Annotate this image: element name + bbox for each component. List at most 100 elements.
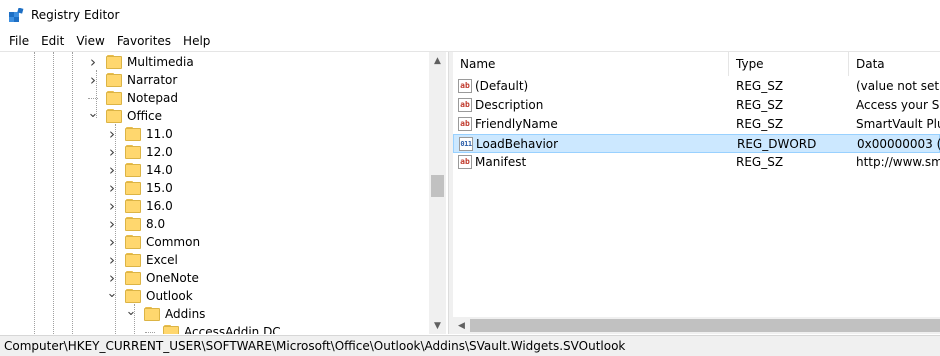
tree-item[interactable]: › Common bbox=[107, 233, 200, 251]
tree-item[interactable]: › Multimedia bbox=[88, 53, 194, 71]
tree-item[interactable]: Notepad bbox=[88, 89, 178, 107]
status-bar-path: Computer\HKEY_CURRENT_USER\SOFTWARE\Micr… bbox=[0, 335, 940, 356]
scroll-left-arrow-icon[interactable]: ◀ bbox=[453, 317, 470, 334]
menu-file[interactable]: File bbox=[0, 31, 35, 51]
tree-connector-stub bbox=[145, 331, 155, 333]
chevron-down-icon[interactable]: ⌄ bbox=[126, 302, 137, 320]
value-data: 0x00000003 (3) bbox=[857, 137, 940, 151]
chevron-right-icon[interactable]: › bbox=[107, 179, 117, 197]
chevron-right-icon[interactable]: › bbox=[107, 161, 117, 179]
string-value-icon: ab bbox=[458, 79, 472, 93]
values-scroll-thumb[interactable] bbox=[470, 319, 940, 332]
value-data: (value not set) bbox=[856, 79, 940, 93]
tree-scroll-thumb[interactable] bbox=[431, 175, 444, 197]
tree-item[interactable]: › 12.0 bbox=[107, 143, 173, 161]
chevron-right-icon[interactable]: › bbox=[107, 143, 117, 161]
folder-icon bbox=[125, 271, 141, 285]
folder-icon bbox=[125, 253, 141, 267]
tree-item[interactable]: ⌄ Office bbox=[88, 104, 162, 125]
tree-item[interactable]: › 15.0 bbox=[107, 179, 173, 197]
title-bar: Registry Editor bbox=[0, 0, 940, 31]
registry-tree[interactable]: › Multimedia › Narrator Notepad ⌄ Office › 11.0 ›… bbox=[0, 52, 448, 334]
scroll-down-arrow-icon[interactable]: ▼ bbox=[429, 317, 446, 334]
tree-item[interactable]: ⌄ Outlook bbox=[107, 284, 193, 305]
values-list[interactable]: Name Type Data ab (Default) REG_SZ (value n… bbox=[453, 52, 940, 334]
folder-icon bbox=[125, 289, 141, 303]
column-header-data[interactable]: Data bbox=[849, 52, 940, 76]
tree-item-label: 14.0 bbox=[146, 163, 173, 177]
tree-item[interactable]: › 14.0 bbox=[107, 161, 173, 179]
value-type: REG_SZ bbox=[736, 79, 784, 93]
menu-bar: File Edit View Favorites Help bbox=[0, 31, 940, 51]
tree-connector-line bbox=[53, 52, 54, 334]
folder-icon bbox=[163, 325, 179, 334]
tree-item-label: 16.0 bbox=[146, 199, 173, 213]
folder-icon bbox=[106, 55, 122, 69]
chevron-right-icon[interactable]: › bbox=[107, 197, 117, 215]
tree-item[interactable]: › 8.0 bbox=[107, 215, 165, 233]
tree-item-label: Common bbox=[146, 235, 201, 249]
menu-favorites[interactable]: Favorites bbox=[111, 31, 177, 51]
string-value-icon: ab bbox=[458, 98, 472, 112]
chevron-right-icon[interactable]: › bbox=[88, 53, 98, 71]
tree-item[interactable]: › 11.0 bbox=[107, 125, 173, 143]
value-data: Access your SmartVault bbox=[856, 98, 940, 112]
column-header-name[interactable]: Name bbox=[453, 52, 729, 76]
tree-vertical-scrollbar[interactable]: ▲ ▼ bbox=[429, 52, 446, 334]
column-header-type[interactable]: Type bbox=[729, 52, 849, 76]
folder-icon bbox=[144, 307, 160, 321]
tree-item[interactable]: › Narrator bbox=[88, 71, 177, 89]
string-value-icon: ab bbox=[458, 117, 472, 131]
string-value-icon: ab bbox=[458, 155, 472, 169]
value-type: REG_DWORD bbox=[737, 137, 817, 151]
tree-item-label: OneNote bbox=[146, 271, 199, 285]
menu-help[interactable]: Help bbox=[177, 31, 216, 51]
value-row[interactable]: abDescription REG_SZ Access your SmartVaul… bbox=[453, 96, 940, 115]
chevron-right-icon[interactable]: › bbox=[107, 215, 117, 233]
scroll-up-arrow-icon[interactable]: ▲ bbox=[429, 52, 446, 69]
folder-icon bbox=[125, 127, 141, 141]
tree-item-label: Outlook bbox=[146, 289, 193, 303]
menu-view[interactable]: View bbox=[70, 31, 110, 51]
tree-item[interactable]: › 16.0 bbox=[107, 197, 173, 215]
tree-item-label: 12.0 bbox=[146, 145, 173, 159]
folder-icon bbox=[125, 217, 141, 231]
value-row[interactable]: ab (Default) REG_SZ (value not set) bbox=[453, 77, 940, 96]
tree-item-label: Excel bbox=[146, 253, 178, 267]
folder-icon bbox=[125, 145, 141, 159]
value-name: FriendlyName bbox=[475, 117, 558, 131]
chevron-down-icon[interactable]: ⌄ bbox=[107, 284, 118, 302]
value-row[interactable]: abManifest REG_SZ http://www.smartvault bbox=[453, 153, 940, 172]
folder-icon bbox=[106, 73, 122, 87]
tree-item[interactable]: ⌄ Addins bbox=[126, 302, 205, 323]
tree-item[interactable]: AccessAddin.DC bbox=[145, 323, 281, 334]
folder-icon bbox=[106, 109, 122, 123]
folder-icon bbox=[106, 91, 122, 105]
value-row[interactable]: 011LoadBehavior REG_DWORD 0x00000003 (3) bbox=[453, 134, 940, 153]
chevron-right-icon[interactable]: › bbox=[107, 125, 117, 143]
value-name: Description bbox=[475, 98, 544, 112]
tree-item-label: Notepad bbox=[127, 91, 178, 105]
value-type: REG_SZ bbox=[736, 117, 784, 131]
tree-item[interactable]: › OneNote bbox=[107, 269, 199, 287]
folder-icon bbox=[125, 235, 141, 249]
folder-icon bbox=[125, 181, 141, 195]
chevron-right-icon[interactable]: › bbox=[107, 251, 117, 269]
tree-item-label: Multimedia bbox=[127, 55, 194, 69]
tree-item[interactable]: › Excel bbox=[107, 251, 178, 269]
folder-icon bbox=[125, 199, 141, 213]
value-row[interactable]: abFriendlyName REG_SZ SmartVault Plugin bbox=[453, 115, 940, 134]
tree-connector-line bbox=[72, 52, 73, 334]
folder-icon bbox=[125, 163, 141, 177]
values-horizontal-scrollbar[interactable]: ◀ bbox=[453, 317, 940, 334]
value-data: SmartVault Plugin bbox=[856, 117, 940, 131]
tree-connector-stub bbox=[88, 97, 98, 99]
dword-value-icon: 011 bbox=[459, 137, 473, 151]
chevron-down-icon[interactable]: ⌄ bbox=[88, 104, 99, 122]
value-type: REG_SZ bbox=[736, 98, 784, 112]
value-name: LoadBehavior bbox=[476, 137, 559, 151]
menu-edit[interactable]: Edit bbox=[35, 31, 70, 51]
chevron-right-icon[interactable]: › bbox=[107, 233, 117, 251]
registry-editor-icon bbox=[9, 8, 24, 22]
chevron-right-icon[interactable]: › bbox=[88, 71, 98, 89]
